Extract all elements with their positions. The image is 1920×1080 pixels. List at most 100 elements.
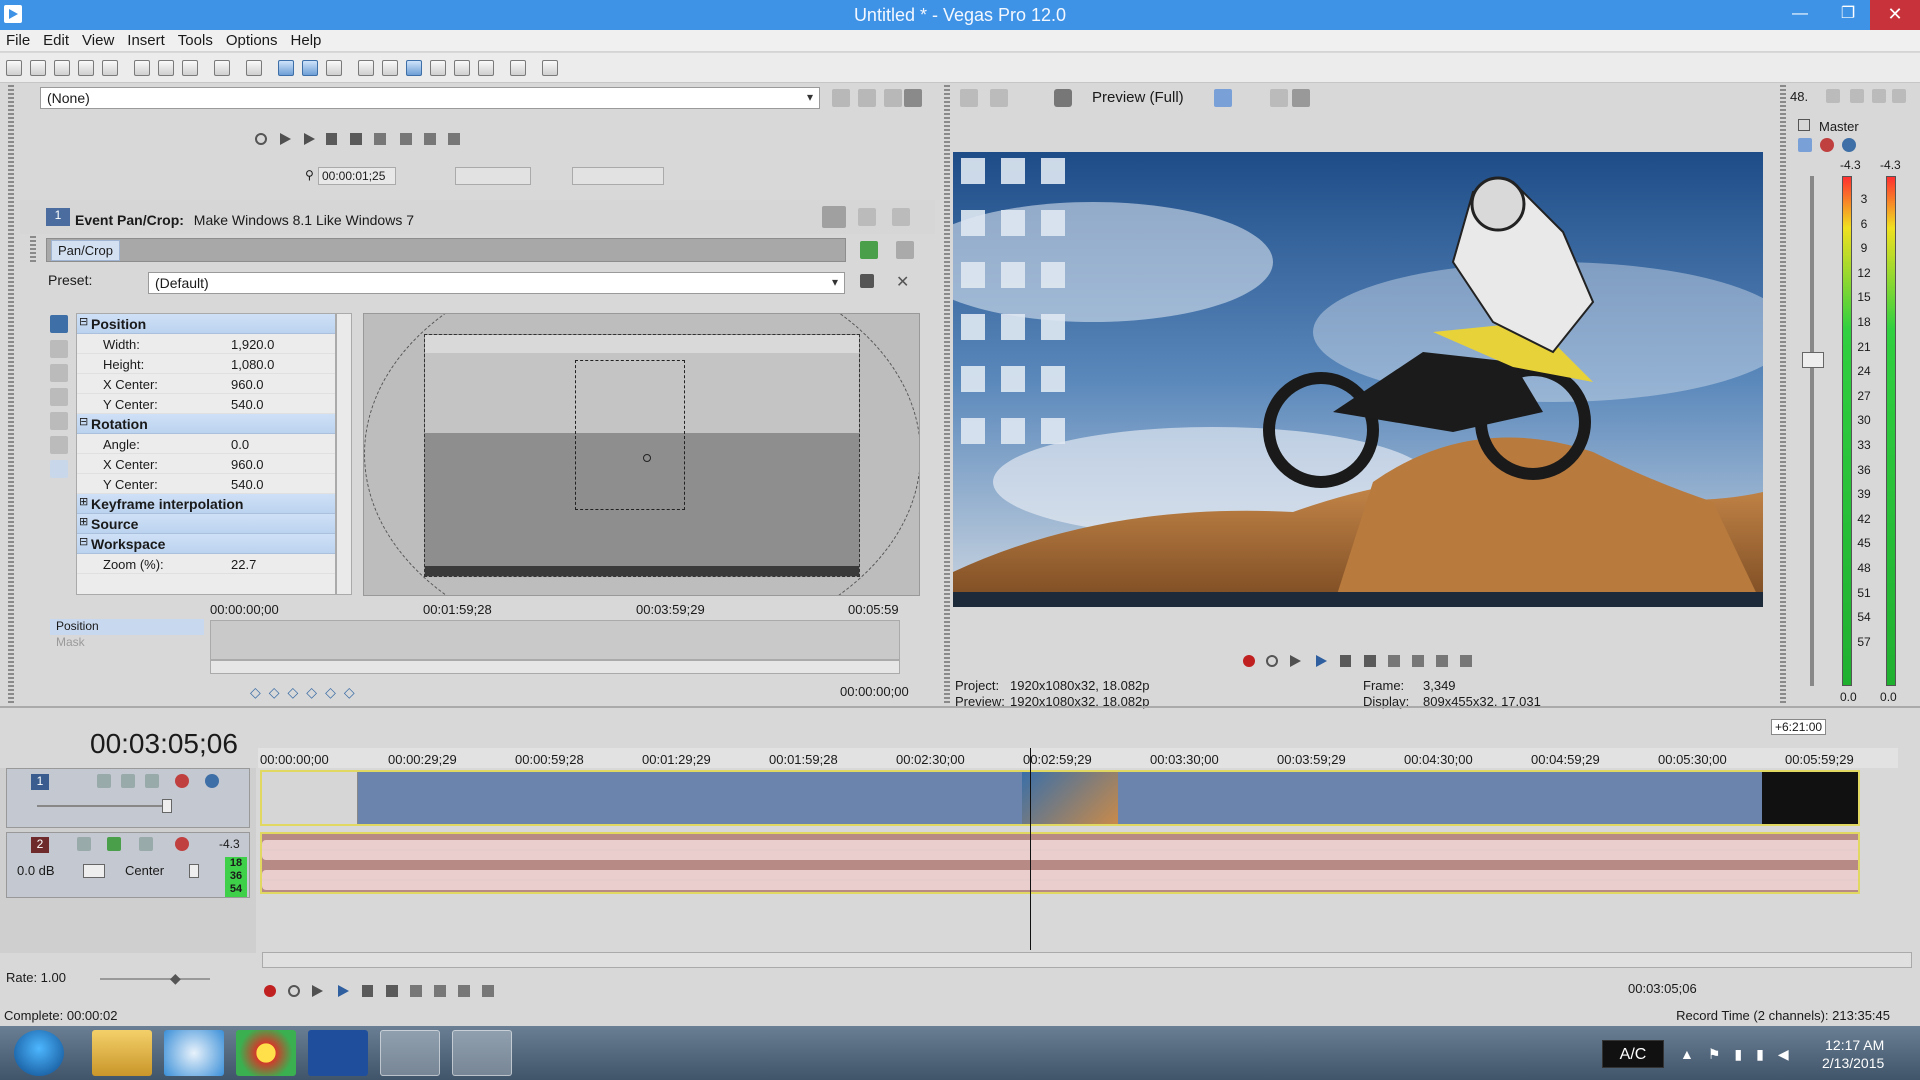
- redo-icon[interactable]: [246, 60, 262, 76]
- properties-icon[interactable]: [510, 60, 526, 76]
- zoom-edit-tool-icon[interactable]: [478, 60, 494, 76]
- keyframe-row-position[interactable]: Position: [50, 619, 204, 635]
- prop-value[interactable]: 1,080.0: [231, 357, 274, 372]
- play-from-start-icon[interactable]: [280, 133, 291, 145]
- ignore-grouping-icon[interactable]: [326, 60, 342, 76]
- timeline-next-frame-icon[interactable]: [482, 985, 494, 997]
- maximize-button[interactable]: ❐: [1828, 0, 1868, 30]
- lock-envelopes-icon[interactable]: [302, 60, 318, 76]
- new-icon[interactable]: [6, 60, 22, 76]
- audio-track-header[interactable]: 2 -4.3 0.0 dB Center 18 36 54: [6, 832, 250, 898]
- save-as-icon[interactable]: [78, 60, 94, 76]
- master-solo-icon[interactable]: [1842, 138, 1856, 152]
- preview-quality-combo[interactable]: Preview (Full): [1092, 89, 1184, 106]
- video-event-thumbnail[interactable]: [1022, 772, 1118, 824]
- selection-edit-tool-icon[interactable]: [454, 60, 470, 76]
- split-screen-icon[interactable]: [1054, 89, 1072, 107]
- move-freely-icon[interactable]: [50, 436, 68, 454]
- add-plugin-icon[interactable]: [860, 241, 878, 259]
- keyframe-scrollbar[interactable]: [210, 660, 900, 674]
- play-icon[interactable]: [304, 133, 315, 145]
- panel-divider[interactable]: [0, 706, 1920, 708]
- tray-ac-indicator[interactable]: A/C: [1602, 1040, 1664, 1068]
- timeline-scrollbar[interactable]: [262, 952, 1912, 968]
- menu-insert[interactable]: Insert: [121, 30, 172, 49]
- rate-slider-handle[interactable]: ◆: [170, 970, 181, 987]
- audio-automation-icon[interactable]: [139, 837, 153, 851]
- center-handle[interactable]: [643, 454, 651, 462]
- pan-crop-canvas[interactable]: [363, 313, 920, 596]
- media-player-icon[interactable]: [380, 1030, 440, 1076]
- file-explorer-icon[interactable]: [92, 1030, 152, 1076]
- pan-crop-view-icon[interactable]: [822, 206, 846, 228]
- preset-combo[interactable]: (Default): [148, 272, 845, 294]
- system-clock[interactable]: 12:17 AM 2/13/2015: [1822, 1036, 1884, 1072]
- menu-file[interactable]: File: [0, 30, 37, 49]
- delete-preset-icon[interactable]: ✕: [896, 272, 909, 292]
- preview-go-to-end-icon[interactable]: [1412, 655, 1424, 667]
- loop-playback-icon[interactable]: [255, 133, 267, 145]
- itunes-icon[interactable]: [164, 1030, 224, 1076]
- timeline-previous-frame-icon[interactable]: [458, 985, 470, 997]
- external-monitor-icon[interactable]: [990, 89, 1008, 107]
- copy-snapshot-icon[interactable]: [1270, 89, 1288, 107]
- prop-height[interactable]: Height: 1,080.0: [77, 354, 335, 374]
- timeline-loop-icon[interactable]: [288, 985, 300, 997]
- category-source[interactable]: Source: [77, 514, 335, 534]
- paste-icon[interactable]: [182, 60, 198, 76]
- snap-grid-icon[interactable]: [50, 460, 68, 478]
- timeline-stop-icon[interactable]: [386, 985, 398, 997]
- undo-icon[interactable]: [214, 60, 230, 76]
- keyframe-navigation-icons[interactable]: ◇◇◇◇◇◇: [250, 684, 363, 701]
- normal-edit-tool-icon[interactable]: [406, 60, 422, 76]
- size-about-center-icon[interactable]: [50, 412, 68, 430]
- start-button[interactable]: [14, 1030, 64, 1076]
- rate-slider[interactable]: [100, 978, 210, 980]
- timeline-ruler[interactable]: 00:00:00;00 00:00:29;29 00:00:59;28 00:0…: [258, 748, 1898, 768]
- video-track-solo-icon[interactable]: [205, 774, 219, 788]
- category-keyframe-interpolation[interactable]: Keyframe interpolation: [77, 494, 335, 514]
- video-output-fx-icon[interactable]: [960, 89, 978, 107]
- prop-width[interactable]: Width: 1,920.0: [77, 334, 335, 354]
- properties-scrollbar[interactable]: [336, 313, 352, 595]
- prop-rotation-x-center[interactable]: X Center: 960.0: [77, 454, 335, 474]
- video-track-header[interactable]: 1: [6, 768, 250, 828]
- prop-value[interactable]: 22.7: [231, 557, 256, 572]
- master-fx-icon[interactable]: [1826, 89, 1840, 103]
- edit-tool-icon[interactable]: [50, 340, 68, 358]
- panel-grip[interactable]: [8, 85, 14, 705]
- prop-value[interactable]: 1,920.0: [231, 337, 274, 352]
- preview-previous-frame-icon[interactable]: [1436, 655, 1448, 667]
- prop-x-center[interactable]: X Center: 960.0: [77, 374, 335, 394]
- video-track-compositing-icon[interactable]: [145, 774, 159, 788]
- master-downmix-icon[interactable]: [1850, 89, 1864, 103]
- zoom-tool-icon[interactable]: [50, 364, 68, 382]
- video-event-clip-1[interactable]: [262, 772, 358, 824]
- prop-value[interactable]: 540.0: [231, 477, 264, 492]
- fx-chain-combo[interactable]: (None): [40, 87, 820, 109]
- auto-ripple-icon[interactable]: [278, 60, 294, 76]
- next-frame-icon[interactable]: [448, 133, 460, 145]
- preview-play-icon[interactable]: [1316, 655, 1327, 667]
- master-fx-chain-icon[interactable]: [1798, 138, 1812, 152]
- timeline-play-from-start-icon[interactable]: [312, 985, 323, 997]
- menu-view[interactable]: View: [76, 30, 121, 49]
- timeline-go-to-end-icon[interactable]: [434, 985, 446, 997]
- timeline-play-icon[interactable]: [338, 985, 349, 997]
- record-icon[interactable]: [1243, 655, 1255, 667]
- stop-icon[interactable]: [350, 133, 362, 145]
- go-to-start-icon[interactable]: [374, 133, 386, 145]
- pause-icon[interactable]: [326, 133, 337, 145]
- master-fader-handle[interactable]: [1802, 352, 1824, 368]
- prop-value[interactable]: 960.0: [231, 377, 264, 392]
- save-icon[interactable]: [54, 60, 70, 76]
- timeline-pause-icon[interactable]: [362, 985, 373, 997]
- save-preset-icon[interactable]: [860, 274, 874, 288]
- fx-bypass-icon[interactable]: [858, 89, 876, 107]
- overlays-icon[interactable]: [1214, 89, 1232, 107]
- timeline-record-icon[interactable]: [264, 985, 276, 997]
- snapping-icon[interactable]: [382, 60, 398, 76]
- audio-track-fx-icon[interactable]: [77, 837, 91, 851]
- prop-value[interactable]: 540.0: [231, 397, 264, 412]
- timeline-go-to-start-icon[interactable]: [410, 985, 422, 997]
